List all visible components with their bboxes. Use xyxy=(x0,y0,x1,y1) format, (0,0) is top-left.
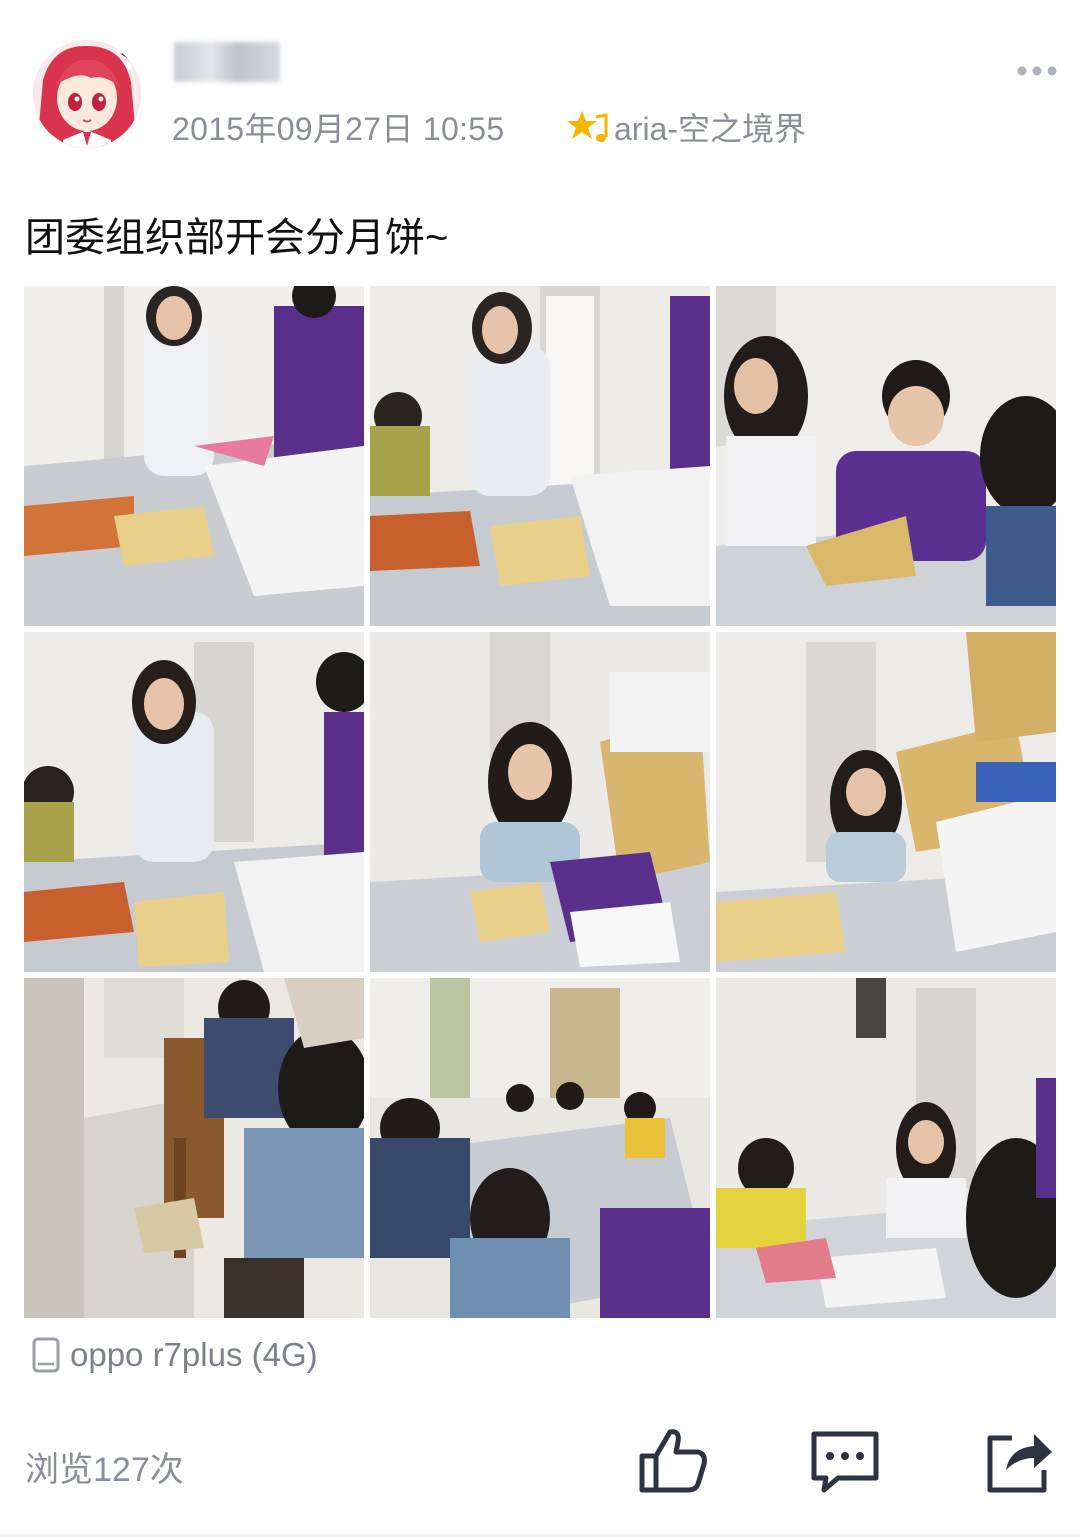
source-label: aria-空之境界 xyxy=(614,111,807,147)
anime-girl-avatar-icon xyxy=(33,40,141,148)
post-source[interactable]: aria-空之境界 xyxy=(566,104,806,150)
photo-5[interactable] xyxy=(370,632,710,972)
comment-bubble-icon[interactable] xyxy=(808,1424,882,1498)
username-blurred[interactable] xyxy=(174,42,280,82)
photo-4[interactable] xyxy=(24,632,364,972)
phone-icon xyxy=(32,1337,60,1373)
post-timestamp: 2015年09月27日 10:55 xyxy=(172,111,505,147)
device-info: oppo r7plus (4G) xyxy=(32,1336,318,1374)
user-avatar[interactable] xyxy=(33,40,141,148)
photo-grid xyxy=(24,286,1056,1318)
photo-1[interactable] xyxy=(24,286,364,626)
photo-7[interactable] xyxy=(24,978,364,1318)
star-music-icon xyxy=(567,111,608,142)
photo-9[interactable] xyxy=(716,978,1056,1318)
post-text: 团委组织部开会分月饼~ xyxy=(25,216,449,260)
view-count: 浏览127次 xyxy=(25,1451,184,1489)
share-arrow-icon[interactable] xyxy=(982,1424,1056,1498)
photo-6[interactable] xyxy=(716,632,1056,972)
device-label: oppo r7plus (4G) xyxy=(70,1336,318,1373)
photo-8[interactable] xyxy=(370,978,710,1318)
photo-2[interactable] xyxy=(370,286,710,626)
post-header: 2015年09月27日 10:55 aria-空之境界 xyxy=(0,0,1080,170)
more-dots-icon[interactable] xyxy=(1010,56,1064,86)
photo-3[interactable] xyxy=(716,286,1056,626)
thumbs-up-icon[interactable] xyxy=(636,1424,710,1498)
